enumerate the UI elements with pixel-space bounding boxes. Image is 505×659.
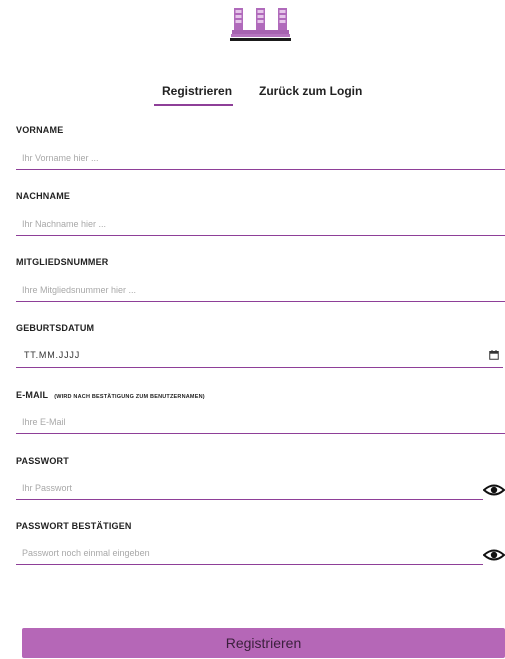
tab-bar: Registrieren Zurück zum Login — [0, 84, 505, 108]
member-number-label: MITGLIEDSNUMMER — [16, 257, 109, 267]
date-format-text: TT.MM.JJJJ — [24, 350, 80, 360]
member-number-input[interactable] — [16, 279, 505, 301]
last-name-input[interactable] — [16, 213, 505, 235]
email-input[interactable] — [16, 411, 505, 433]
active-tab-indicator — [154, 104, 233, 106]
first-name-field — [16, 147, 505, 170]
email-label: E-MAIL (WIRD NACH BESTÄTIGUNG ZUM BENUTZE… — [16, 390, 205, 400]
email-label-note: (WIRD NACH BESTÄTIGUNG ZUM BENUTZERNAMEN… — [54, 394, 205, 400]
logo-icon — [230, 8, 291, 41]
tab-register[interactable]: Registrieren — [162, 84, 232, 98]
password-input[interactable] — [16, 477, 483, 499]
password-field — [16, 477, 483, 500]
password-confirm-field — [16, 542, 483, 565]
last-name-field — [16, 213, 505, 236]
register-button[interactable]: Registrieren — [22, 628, 505, 658]
eye-icon[interactable] — [483, 548, 505, 562]
tab-back-to-login[interactable]: Zurück zum Login — [259, 84, 362, 98]
password-confirm-label: PASSWORT BESTÄTIGEN — [16, 521, 132, 531]
birth-date-input[interactable]: TT.MM.JJJJ — [16, 345, 503, 368]
last-name-label: NACHNAME — [16, 191, 71, 201]
password-label: PASSWORT — [16, 456, 69, 466]
first-name-input[interactable] — [16, 147, 505, 169]
calendar-icon[interactable] — [489, 350, 499, 360]
first-name-label: VORNAME — [16, 125, 64, 135]
birth-date-label: GEBURTSDATUM — [16, 323, 95, 333]
member-number-field — [16, 279, 505, 302]
eye-icon[interactable] — [483, 483, 505, 497]
email-label-text: E-MAIL — [16, 390, 49, 400]
email-field — [16, 411, 505, 434]
password-confirm-input[interactable] — [16, 542, 483, 564]
